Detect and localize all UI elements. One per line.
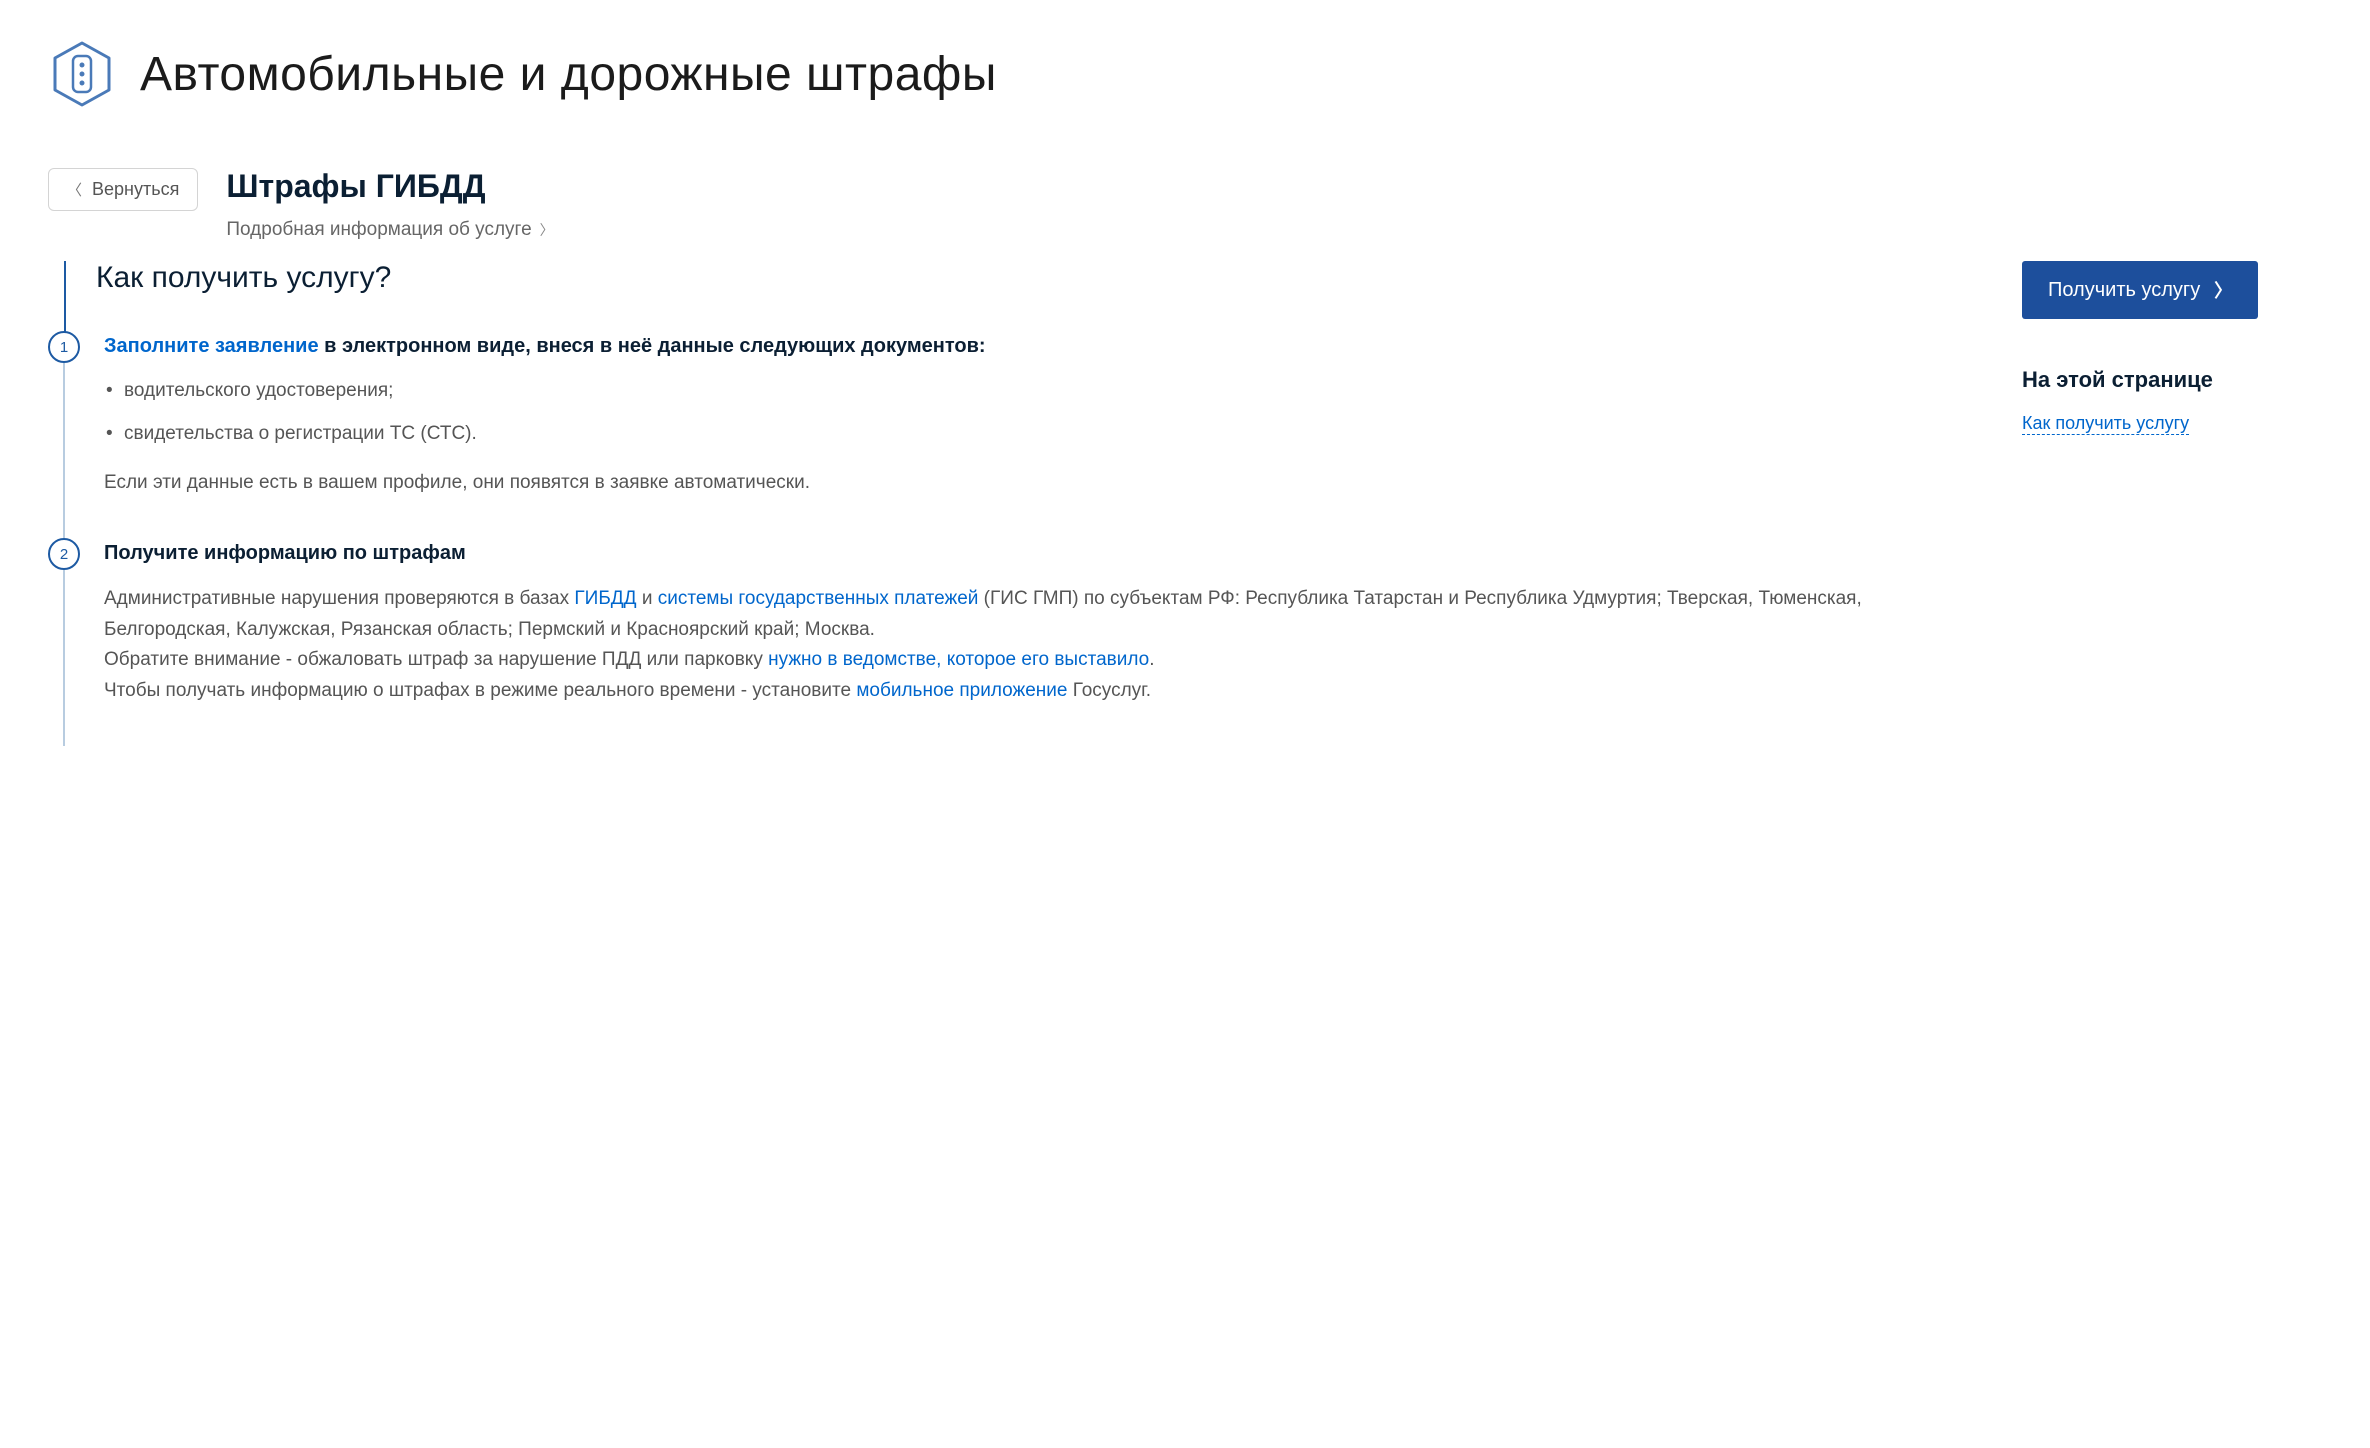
list-item: свидетельства о регистрации ТС (СТС). bbox=[104, 420, 1982, 449]
list-item: водительского удостоверения; bbox=[104, 377, 1982, 406]
service-title-block: Штрафы ГИБДД Подробная информация об усл… bbox=[218, 168, 2322, 241]
text: Госуслуг. bbox=[1067, 680, 1151, 701]
step-1: 1 Заполните заявление в электронном виде… bbox=[96, 331, 1982, 498]
step-1-title-link[interactable]: Заполните заявление bbox=[104, 335, 319, 357]
service-title: Штрафы ГИБДД bbox=[226, 168, 2322, 205]
step-2: 2 Получите информацию по штрафам Админис… bbox=[96, 538, 1982, 706]
mobile-app-link[interactable]: мобильное приложение bbox=[856, 680, 1067, 701]
appeal-agency-link[interactable]: нужно в ведомстве, которое его выставило bbox=[768, 649, 1149, 670]
step-connector bbox=[63, 570, 65, 746]
chevron-right-icon: 〉 bbox=[540, 220, 554, 240]
text: Обратите внимание - обжаловать штраф за … bbox=[104, 649, 768, 670]
section-heading: Как получить услугу? bbox=[96, 261, 1982, 295]
step-2-body: Административные нарушения проверяются в… bbox=[104, 584, 1982, 706]
sidebar: Получить услугу 〉 На этой странице Как п… bbox=[2022, 261, 2322, 746]
get-service-button[interactable]: Получить услугу 〉 bbox=[2022, 261, 2258, 319]
gibdd-link[interactable]: ГИБДД bbox=[574, 588, 636, 609]
chevron-left-icon: 〈 bbox=[67, 179, 82, 200]
back-button[interactable]: 〈 Вернуться bbox=[48, 168, 198, 211]
step-1-bullets: водительского удостоверения; свидетельст… bbox=[104, 377, 1982, 448]
traffic-fines-icon bbox=[48, 40, 116, 108]
sidebar-title: На этой странице bbox=[2022, 367, 2322, 393]
step-1-note: Если эти данные есть в вашем профиле, он… bbox=[104, 468, 1982, 498]
page-header: Автомобильные и дорожные штрафы bbox=[48, 40, 2322, 108]
toc-link-how-to[interactable]: Как получить услугу bbox=[2022, 413, 2189, 435]
text: Административные нарушения проверяются в… bbox=[104, 588, 574, 609]
text: Чтобы получать информацию о штрафах в ре… bbox=[104, 680, 856, 701]
step-1-title-rest: в электронном виде, внеся в неё данные с… bbox=[319, 335, 986, 357]
service-header-row: 〈 Вернуться Штрафы ГИБДД Подробная инфор… bbox=[48, 168, 2322, 241]
service-detail-link[interactable]: Подробная информация об услуге 〉 bbox=[226, 219, 553, 241]
step-number-1: 1 bbox=[48, 331, 80, 363]
step-number-2: 2 bbox=[48, 538, 80, 570]
main-content: Как получить услугу? 1 Заполните заявлен… bbox=[48, 261, 1982, 746]
back-button-label: Вернуться bbox=[92, 179, 179, 200]
chevron-right-icon: 〉 bbox=[2214, 277, 2232, 303]
text: . bbox=[1149, 649, 1154, 670]
page-title: Автомобильные и дорожные штрафы bbox=[140, 47, 997, 102]
step-connector bbox=[63, 363, 65, 538]
service-detail-label: Подробная информация об услуге bbox=[226, 219, 531, 241]
step-1-title: Заполните заявление в электронном виде, … bbox=[104, 331, 1982, 361]
primary-button-label: Получить услугу bbox=[2048, 279, 2200, 302]
text: и bbox=[637, 588, 658, 609]
step-2-title: Получите информацию по штрафам bbox=[104, 538, 1982, 568]
gis-gmp-link[interactable]: системы государственных платежей bbox=[658, 588, 979, 609]
